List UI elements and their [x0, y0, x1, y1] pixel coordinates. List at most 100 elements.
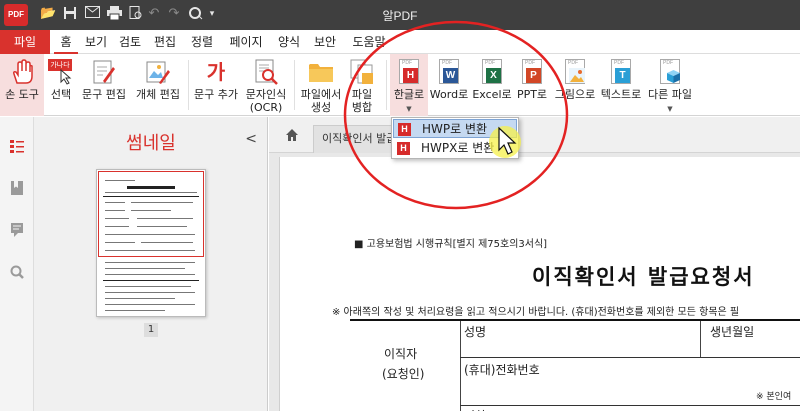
left-toolbar: [0, 117, 34, 411]
document-area: 이직확인서 발급 ■ 고용보험법 시행규칙[별지 제75호의3서식] 이직확인서…: [269, 117, 800, 411]
convert-to-hangul-button[interactable]: PDF H 한글로 ▼: [390, 54, 428, 116]
menu-item-label: HWP로 변환: [422, 122, 488, 136]
convert-to-ppt-button[interactable]: PDF P PPT로: [514, 54, 550, 116]
hand-tool-label: 손 도구: [5, 88, 39, 101]
hand-tool-button[interactable]: 손 도구: [0, 54, 44, 116]
thumbnail-list-icon[interactable]: [10, 139, 24, 153]
table-divider: [460, 321, 461, 411]
folder-icon: [309, 64, 333, 82]
menu-item-hwp-convert[interactable]: H HWP로 변환: [393, 119, 517, 138]
convert-to-word-button[interactable]: PDF W Word로: [428, 54, 470, 116]
tab-review[interactable]: 검토: [115, 30, 145, 54]
menu-bar: 파일 홈 보기 검토 편집 정렬 페이지 양식 보안 도움말: [0, 30, 800, 54]
window-title: 알PDF: [382, 9, 418, 23]
applicant-sub-label: (요청인): [382, 367, 425, 381]
law-reference: ■ 고용보험법 시행규칙[별지 제75호의3서식]: [354, 239, 548, 250]
text-edit-button[interactable]: 문구 편집: [78, 54, 130, 116]
create-from-file-label: 파일에서 생성: [300, 88, 342, 114]
merge-files-button[interactable]: 파일 병합: [344, 54, 380, 116]
merge-files-label: 파일 병합: [351, 88, 373, 114]
text-file-icon: PDF T: [608, 59, 634, 85]
table-row-border: [460, 357, 800, 358]
ocr-label: 문자인식 (OCR): [245, 88, 287, 114]
select-icon: 가나다: [48, 59, 74, 85]
tab-help[interactable]: 도움말: [347, 30, 391, 54]
dropdown-caret-icon: ▼: [406, 105, 412, 113]
comment-icon[interactable]: [10, 223, 24, 237]
object-edit-button[interactable]: 개체 편집: [130, 54, 186, 116]
tab-form[interactable]: 양식: [274, 30, 304, 54]
excel-file-icon: PDF X: [479, 59, 505, 85]
page-thumbnail[interactable]: [96, 169, 206, 317]
thumbnail-panel: 썸네일 < 1: [34, 117, 268, 411]
text-edit-label: 문구 편집: [82, 88, 126, 101]
ppt-file-icon: PDF P: [519, 59, 545, 85]
phone-field-label: (휴대)전화번호: [464, 363, 540, 377]
tab-home[interactable]: 홈: [54, 30, 78, 54]
ocr-icon: [255, 59, 278, 85]
collapse-panel-icon[interactable]: <: [245, 131, 257, 147]
tab-file[interactable]: 파일: [0, 30, 50, 54]
thumbnail-viewport-frame: [98, 171, 204, 257]
convert-to-image-button[interactable]: PDF 그림으로: [552, 54, 598, 116]
name-field-label: 성명: [464, 325, 487, 339]
convert-to-other-label: 다른 파일 ▼: [648, 88, 692, 113]
title-bar: PDF 📂 ↶ ↷ ▾ 알PDF: [0, 0, 800, 30]
table-row-border: [460, 405, 800, 406]
convert-to-hangul-label: 한글로 ▼: [393, 88, 425, 113]
document-page: ■ 고용보험법 시행규칙[별지 제75호의3서식] 이직확인서 발급요청서 ※ …: [279, 157, 800, 411]
tab-arrange[interactable]: 정렬: [187, 30, 217, 54]
convert-to-excel-button[interactable]: PDF X Excel로: [470, 54, 514, 116]
partial-cell-text: 여하: [464, 407, 486, 411]
search-icon[interactable]: [10, 265, 24, 279]
hwp-icon: H: [397, 142, 410, 155]
object-edit-icon: [146, 61, 170, 84]
convert-to-excel-label: Excel로: [472, 88, 512, 101]
applicant-label: 이직자: [384, 347, 418, 361]
hangul-convert-menu: H HWP로 변환 H HWPX로 변환: [391, 117, 519, 159]
thumbnail-panel-title: 썸네일: [126, 133, 176, 154]
table-divider: [700, 321, 701, 357]
page-number-badge: 1: [144, 323, 158, 337]
menu-item-hwpx-convert[interactable]: H HWPX로 변환: [393, 139, 517, 158]
document-tab-bar: 이직확인서 발급: [269, 117, 800, 153]
hwp-file-icon: PDF H: [396, 59, 422, 85]
ribbon-divider: [386, 60, 387, 110]
dropdown-caret-icon: ▼: [667, 105, 673, 113]
document-title: 이직확인서 발급요청서: [532, 265, 755, 289]
select-label: 선택: [50, 88, 72, 101]
select-button[interactable]: 가나다 선택: [44, 54, 78, 116]
ocr-button[interactable]: 문자인식 (OCR): [242, 54, 290, 116]
menu-item-label: HWPX로 변환: [421, 141, 495, 155]
tab-page[interactable]: 페이지: [224, 30, 268, 54]
ribbon-divider: [294, 60, 295, 110]
convert-to-word-label: Word로: [429, 88, 469, 101]
instruction-note: ※ 아래쪽의 작성 및 처리요령을 읽고 적으시기 바랍니다. (휴대)전화번호…: [332, 307, 740, 318]
hwp-icon: H: [398, 123, 411, 136]
other-file-icon: PDF: [657, 59, 683, 85]
ribbon-toolbar: 손 도구 가나다 선택 문구 편집 개체 편집 가 문구 추가 문자인식 (OCR…: [0, 54, 800, 116]
word-file-icon: PDF W: [436, 59, 462, 85]
bookmark-icon[interactable]: [10, 181, 24, 195]
convert-to-image-label: 그림으로: [554, 88, 596, 101]
add-text-label: 문구 추가: [194, 88, 238, 101]
tab-edit[interactable]: 편집: [150, 30, 180, 54]
identity-note: ※ 본인여: [756, 392, 792, 402]
home-icon[interactable]: [285, 128, 299, 142]
create-from-file-button[interactable]: 파일에서 생성: [298, 54, 344, 116]
convert-to-other-button[interactable]: PDF 다른 파일 ▼: [644, 54, 696, 116]
text-edit-icon: [93, 60, 115, 84]
hand-icon: [13, 59, 33, 84]
ribbon-divider: [188, 60, 189, 110]
table-top-border: [350, 319, 800, 321]
add-text-icon: 가: [206, 60, 226, 84]
tab-view[interactable]: 보기: [82, 30, 110, 54]
convert-to-ppt-label: PPT로: [516, 88, 548, 101]
add-text-button[interactable]: 가 문구 추가: [190, 54, 242, 116]
merge-icon: [350, 59, 373, 84]
convert-to-text-button[interactable]: PDF T 텍스트로: [598, 54, 644, 116]
birth-date-field-label: 생년월일: [710, 325, 755, 339]
tab-security[interactable]: 보안: [310, 30, 340, 54]
object-edit-label: 개체 편집: [136, 88, 180, 101]
image-file-icon: PDF: [562, 59, 588, 85]
